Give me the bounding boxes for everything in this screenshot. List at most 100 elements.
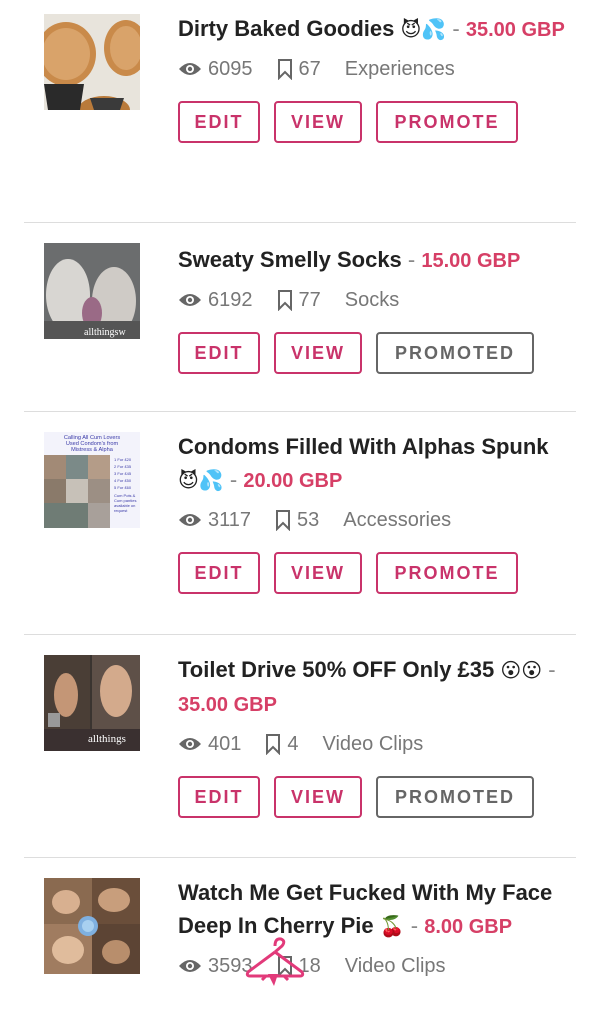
category[interactable]: Socks <box>345 289 399 312</box>
watermark-text: allthingsw <box>84 327 126 338</box>
promote-button[interactable]: PROMOTE <box>376 101 518 143</box>
view-button[interactable]: VIEW <box>274 776 362 818</box>
title-text[interactable]: Toilet Drive 50% OFF Only £35 <box>178 657 494 682</box>
cupcakes-image <box>44 14 140 110</box>
saves-stat: 53 <box>275 509 319 532</box>
bookmark-icon <box>276 510 291 531</box>
condoms-flyer-image: Calling All Cum Lovers Used Condom's fro… <box>44 432 140 528</box>
listing-stats: 3117 53 Accessories <box>178 506 566 534</box>
views-stat: 3117 <box>178 509 251 532</box>
price-separator: - <box>548 657 556 682</box>
saves-count: 77 <box>298 288 321 311</box>
toilet-clip-image: allthings <box>44 655 140 751</box>
title-emoji: 😈💦 <box>178 468 224 492</box>
flyer-text: Mistress & Alpha <box>71 447 114 453</box>
bookmark-icon <box>277 59 292 80</box>
price-separator: - <box>229 467 238 492</box>
eye-icon <box>179 294 201 306</box>
saves-stat: 4 <box>265 732 299 756</box>
listing-title[interactable]: Watch Me Get Fucked With My Face Deep In… <box>178 876 566 944</box>
price-separator: - <box>452 16 460 41</box>
listing-thumbnail[interactable] <box>44 878 140 974</box>
category[interactable]: Accessories <box>343 509 451 532</box>
views-stat: 401 <box>178 733 241 756</box>
hanger-icon[interactable] <box>244 936 306 990</box>
flyer-text: request <box>114 508 128 513</box>
views-stat: 6095 <box>178 58 253 81</box>
eye-icon <box>179 738 201 750</box>
flyer-text: 3 For £45 <box>114 471 132 476</box>
saves-stat: 67 <box>277 58 321 81</box>
flyer-text: 2 For £35 <box>114 464 132 469</box>
eye-icon <box>179 63 201 75</box>
promoted-button[interactable]: PROMOTED <box>376 332 534 374</box>
listing-thumbnail[interactable]: allthings <box>44 655 140 751</box>
promoted-button[interactable]: PROMOTED <box>376 776 534 818</box>
title-text[interactable]: Dirty Baked Goodies <box>178 16 394 41</box>
action-buttons: EDIT VIEW PROMOTED <box>178 776 566 818</box>
action-buttons: EDIT VIEW PROMOTE <box>178 101 566 143</box>
title-emoji: 😮😮 <box>500 658 543 682</box>
views-count: 6192 <box>208 288 253 311</box>
price-separator: - <box>407 247 416 272</box>
listing-stats: 6192 77 Socks <box>178 286 566 314</box>
edit-button[interactable]: EDIT <box>178 332 260 374</box>
action-buttons: EDIT VIEW PROMOTE <box>178 552 566 594</box>
listing-item: allthingsw Sweaty Smelly Socks - 15.00 G… <box>24 223 576 412</box>
view-button[interactable]: VIEW <box>274 552 362 594</box>
listing-stats: 401 4 Video Clips <box>178 730 566 758</box>
bookmark-icon <box>266 734 281 755</box>
views-count: 401 <box>208 732 242 755</box>
listing-item: Calling All Cum Lovers Used Condom's fro… <box>24 412 576 635</box>
listing-item: allthings Toilet Drive 50% OFF Only £35 … <box>24 635 576 858</box>
listing-title[interactable]: Condoms Filled With Alphas Spunk 😈💦 - 20… <box>178 430 566 498</box>
saves-count: 67 <box>298 57 321 80</box>
listing-item: Dirty Baked Goodies 😈💦 - 35.00 GBP 6095 … <box>24 0 576 223</box>
views-count: 3117 <box>208 508 252 531</box>
title-text[interactable]: Sweaty Smelly Socks <box>178 247 402 272</box>
socks-image: allthingsw <box>44 243 140 339</box>
saves-count: 53 <box>297 508 320 531</box>
saves-stat: 77 <box>277 289 321 312</box>
edit-button[interactable]: EDIT <box>178 776 260 818</box>
collage-image <box>44 878 140 974</box>
listing-title[interactable]: Toilet Drive 50% OFF Only £35 😮😮 - 35.00… <box>178 653 566 722</box>
promote-button[interactable]: PROMOTE <box>376 552 518 594</box>
saves-count: 4 <box>287 732 299 755</box>
title-emoji: 😈💦 <box>400 17 447 41</box>
flyer-text: 1 For £20 <box>114 457 132 462</box>
price: 20.00 GBP <box>243 470 343 492</box>
price-separator: - <box>410 913 419 938</box>
listing-title[interactable]: Dirty Baked Goodies 😈💦 - 35.00 GBP <box>178 12 566 47</box>
listing-list: Dirty Baked Goodies 😈💦 - 35.00 GBP 6095 … <box>0 0 600 1028</box>
views-stat: 6192 <box>178 289 253 312</box>
price: 35.00 GBP <box>465 19 565 41</box>
edit-button[interactable]: EDIT <box>178 101 260 143</box>
eye-icon <box>179 960 201 972</box>
listing-thumbnail[interactable]: Calling All Cum Lovers Used Condom's fro… <box>44 432 140 528</box>
views-stat: 3593 <box>178 955 253 978</box>
flyer-text: 5 For £60 <box>114 485 132 490</box>
views-count: 6095 <box>208 57 253 80</box>
view-button[interactable]: VIEW <box>274 101 362 143</box>
flyer-text: 4 For £50 <box>114 478 132 483</box>
view-button[interactable]: VIEW <box>274 332 362 374</box>
listing-title[interactable]: Sweaty Smelly Socks - 15.00 GBP <box>178 243 566 278</box>
title-text[interactable]: Condoms Filled With Alphas Spunk <box>178 434 549 459</box>
action-buttons: EDIT VIEW PROMOTED <box>178 332 566 374</box>
title-emoji: 🍒 <box>379 914 405 938</box>
listing-stats: 3593 18 Video Clips <box>178 952 566 980</box>
watermark-text: allthings <box>88 733 126 745</box>
edit-button[interactable]: EDIT <box>178 552 260 594</box>
price: 35.00 GBP <box>178 694 277 716</box>
bookmark-icon <box>277 290 292 311</box>
listing-thumbnail[interactable]: allthingsw <box>44 243 140 339</box>
listing-thumbnail[interactable] <box>44 14 140 110</box>
price: 8.00 GBP <box>424 916 513 938</box>
category[interactable]: Video Clips <box>345 955 446 978</box>
listing-stats: 6095 67 Experiences <box>178 55 566 83</box>
eye-icon <box>179 514 201 526</box>
price: 15.00 GBP <box>421 250 521 272</box>
category[interactable]: Experiences <box>345 58 455 81</box>
category[interactable]: Video Clips <box>323 733 424 756</box>
